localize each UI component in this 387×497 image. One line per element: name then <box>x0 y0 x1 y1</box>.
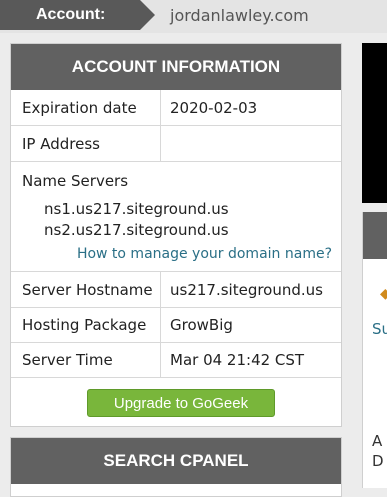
server-time-label: Server Time <box>22 351 113 369</box>
server-time-row: Server Time Mar 04 21:42 CST <box>11 343 341 378</box>
account-domain[interactable]: jordanlawley.com <box>170 0 309 30</box>
name-server-2: ns2.us217.siteground.us <box>44 221 229 239</box>
expiration-row: Expiration date 2020-02-03 <box>11 90 341 126</box>
hosting-package-label: Hosting Package <box>22 316 147 334</box>
hosting-package-value: GrowBig <box>170 316 233 334</box>
right-banner <box>362 43 387 203</box>
ip-address-row: IP Address <box>11 126 341 162</box>
account-bar: Account: jordanlawley.com <box>0 0 387 33</box>
server-hostname-label: Server Hostname <box>22 281 153 299</box>
account-information-panel: ACCOUNT INFORMATION Expiration date 2020… <box>10 43 342 427</box>
server-hostname-value: us217.siteground.us <box>170 281 323 299</box>
ip-address-label: IP Address <box>22 135 100 153</box>
right-panel-header <box>363 212 387 259</box>
right-panel-text-2: A <box>372 432 383 450</box>
row-divider <box>160 90 161 125</box>
name-server-1: ns1.us217.siteground.us <box>44 200 229 218</box>
server-hostname-row: Server Hostname us217.siteground.us <box>11 272 341 308</box>
search-cpanel-title: SEARCH CPANEL <box>11 438 341 484</box>
manage-domain-link[interactable]: How to manage your domain name? <box>77 246 332 262</box>
trophy-icon: ◆ <box>380 286 387 302</box>
right-panel-text-1[interactable]: Su <box>372 320 387 338</box>
right-panel: ◆ Su A D <box>362 212 387 488</box>
name-servers-label: Name Servers <box>22 172 129 190</box>
expiration-value: 2020-02-03 <box>170 99 258 117</box>
row-divider <box>160 272 161 307</box>
row-divider <box>160 343 161 377</box>
hosting-package-row: Hosting Package GrowBig <box>11 308 341 343</box>
search-cpanel-panel: SEARCH CPANEL <box>10 437 342 497</box>
account-information-title: ACCOUNT INFORMATION <box>11 44 341 90</box>
server-time-value: Mar 04 21:42 CST <box>170 351 305 369</box>
account-label-arrow <box>140 0 155 30</box>
right-panel-text-3: D <box>372 452 384 470</box>
name-servers-list: ns1.us217.siteground.us ns2.us217.sitegr… <box>44 199 229 241</box>
upgrade-button[interactable]: Upgrade to GoGeek <box>87 389 275 417</box>
name-servers-row: Name Servers ns1.us217.siteground.us ns2… <box>11 162 341 272</box>
row-divider <box>160 308 161 342</box>
expiration-label: Expiration date <box>22 99 137 117</box>
account-label: Account: <box>0 0 140 30</box>
row-divider <box>160 126 161 161</box>
